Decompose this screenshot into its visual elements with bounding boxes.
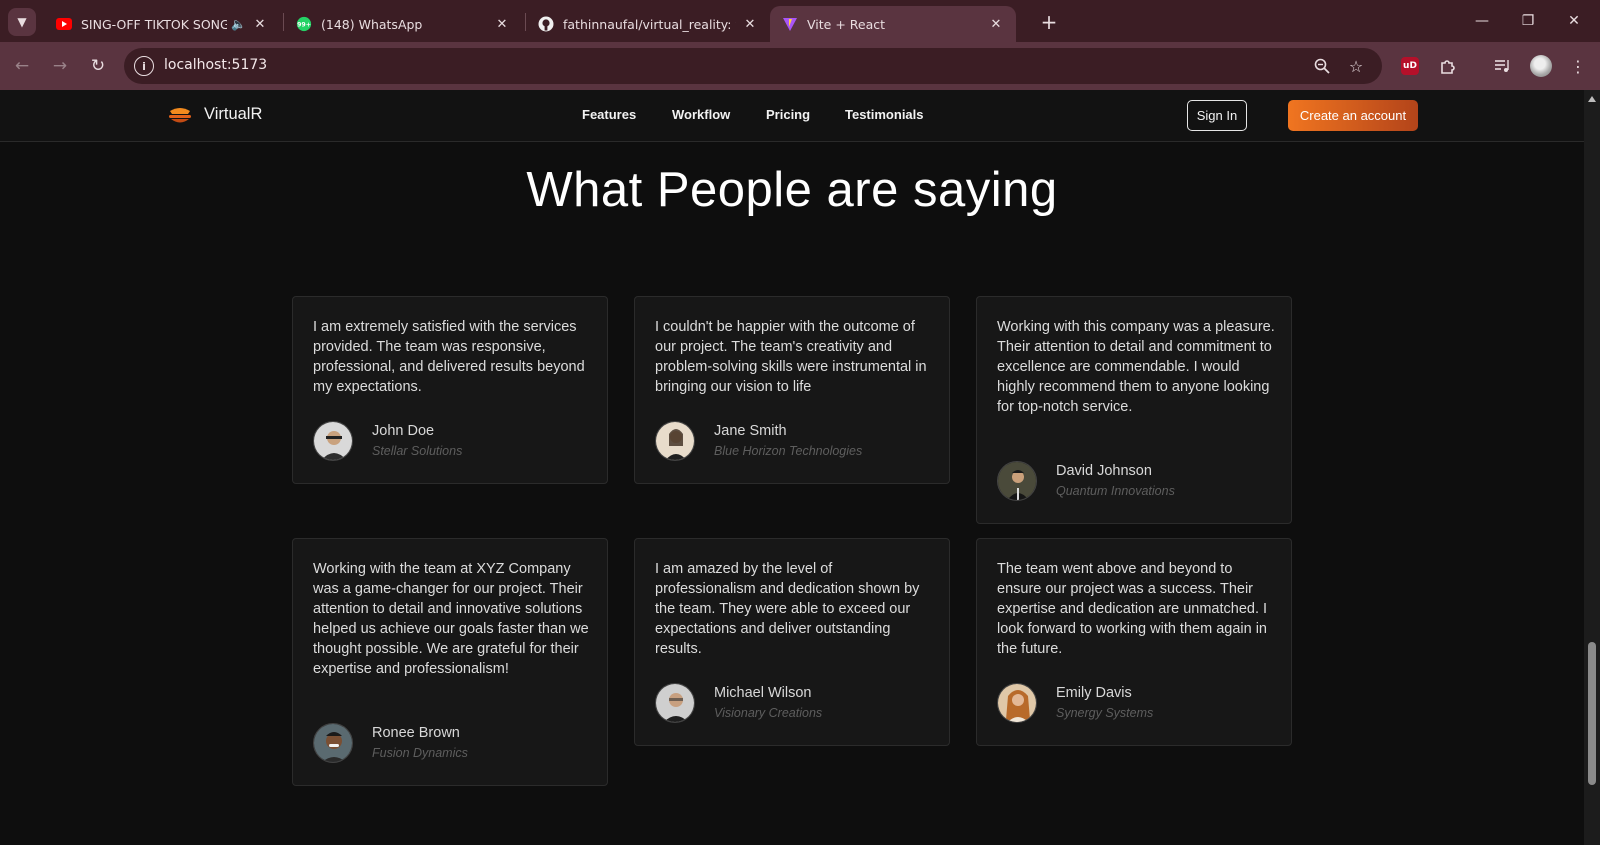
vite-icon: [782, 16, 798, 32]
author-company: Fusion Dynamics: [372, 746, 468, 760]
avatar: [997, 461, 1037, 501]
testimonial-author: David Johnson Quantum Innovations: [997, 461, 1287, 503]
testimonial-card: Working with the team at XYZ Company was…: [292, 538, 608, 786]
tab-title: fathinnaufal/virtual_reality: virtu: [563, 16, 736, 32]
testimonial-quote: I couldn't be happier with the outcome o…: [655, 319, 927, 395]
site-navbar: VirtualR Features Workflow Pricing Testi…: [0, 90, 1584, 142]
github-icon: [538, 16, 554, 32]
testimonial-author: Emily Davis Synergy Systems: [997, 683, 1287, 725]
avatar: [313, 421, 353, 461]
author-company: Quantum Innovations: [1056, 484, 1175, 498]
close-icon[interactable]: ✕: [494, 16, 510, 32]
author-company: Synergy Systems: [1056, 706, 1154, 720]
reload-button[interactable]: ↻: [84, 52, 112, 80]
author-name: Michael Wilson: [714, 685, 812, 701]
browser-tab-github[interactable]: fathinnaufal/virtual_reality: virtu ✕: [526, 6, 770, 42]
tab-title: (148) WhatsApp: [321, 16, 423, 32]
scrollbar-thumb[interactable]: [1588, 642, 1596, 785]
browser-toolbar: ← → ↻ i localhost:5173 ☆ uD ⋮: [0, 42, 1600, 90]
arrow-left-icon: ←: [14, 56, 30, 76]
plus-icon: +: [1040, 10, 1058, 34]
browser-tab-bar: ▼ SING-OFF TIKTOK SONGS P 🔈 ✕ 99+ (148) …: [0, 0, 1600, 42]
testimonial-quote: I am amazed by the level of professional…: [655, 561, 920, 657]
media-control-icon[interactable]: [1491, 54, 1515, 78]
testimonial-author: John Doe Stellar Solutions: [313, 421, 603, 463]
address-bar[interactable]: i localhost:5173 ☆: [124, 48, 1382, 84]
testimonial-card: Working with this company was a pleasure…: [976, 296, 1292, 524]
sign-in-button[interactable]: Sign In: [1187, 100, 1247, 131]
browser-tab-vite[interactable]: Vite + React ✕: [770, 6, 1016, 42]
reload-icon: ↻: [90, 56, 106, 76]
nav-link-testimonials[interactable]: Testimonials: [845, 107, 924, 122]
web-page: VirtualR Features Workflow Pricing Testi…: [0, 90, 1584, 845]
site-info-icon[interactable]: i: [134, 56, 154, 76]
testimonial-card: The team went above and beyond to ensure…: [976, 538, 1292, 746]
logo-text[interactable]: VirtualR: [204, 105, 262, 124]
ublock-extension-icon[interactable]: uD: [1398, 54, 1422, 78]
youtube-icon: [56, 16, 72, 32]
author-name: Emily Davis: [1056, 685, 1132, 701]
bookmark-star-icon[interactable]: ☆: [1346, 56, 1366, 76]
back-button[interactable]: ←: [8, 52, 36, 80]
tab-title: Vite + React: [807, 16, 886, 32]
avatar: [1530, 55, 1552, 77]
arrow-right-icon: →: [52, 56, 68, 76]
page-scrollbar[interactable]: [1584, 90, 1600, 845]
close-icon[interactable]: ✕: [742, 16, 758, 32]
close-icon: ✕: [1568, 13, 1580, 29]
nav-link-workflow[interactable]: Workflow: [672, 107, 730, 122]
whatsapp-icon: 99+: [296, 16, 312, 32]
testimonial-quote: Working with this company was a pleasure…: [997, 319, 1275, 415]
testimonial-quote: I am extremely satisfied with the servic…: [313, 319, 585, 395]
scroll-up-arrow-icon[interactable]: [1588, 96, 1596, 102]
whatsapp-badge: 99+: [297, 22, 311, 29]
author-name: Ronee Brown: [372, 725, 460, 741]
extensions-puzzle-icon[interactable]: [1436, 54, 1460, 78]
browser-tab-whatsapp[interactable]: 99+ (148) WhatsApp ✕: [284, 6, 522, 42]
avatar: [997, 683, 1037, 723]
create-account-button[interactable]: Create an account: [1288, 100, 1418, 131]
close-window-button[interactable]: ✕: [1554, 8, 1594, 34]
testimonial-card: I am extremely satisfied with the servic…: [292, 296, 608, 484]
testimonial-quote: Working with the team at XYZ Company was…: [313, 561, 589, 677]
testimonial-author: Ronee Brown Fusion Dynamics: [313, 723, 603, 765]
chevron-down-icon: ▼: [17, 15, 27, 29]
close-icon[interactable]: ✕: [988, 16, 1004, 32]
testimonial-author: Michael Wilson Visionary Creations: [655, 683, 945, 725]
tab-search-button[interactable]: ▼: [8, 8, 36, 36]
author-name: Jane Smith: [714, 423, 787, 439]
browser-tab-youtube[interactable]: SING-OFF TIKTOK SONGS P 🔈 ✕: [44, 6, 280, 42]
testimonial-card: I am amazed by the level of professional…: [634, 538, 950, 746]
restore-icon: ❐: [1521, 13, 1535, 29]
tab-title: SING-OFF TIKTOK SONGS P: [81, 16, 228, 32]
nav-link-pricing[interactable]: Pricing: [766, 107, 810, 122]
avatar: [313, 723, 353, 763]
minimize-button[interactable]: —: [1462, 8, 1502, 34]
minimize-icon: —: [1475, 13, 1489, 29]
speaker-icon[interactable]: 🔈: [231, 17, 246, 31]
browser-menu-icon[interactable]: ⋮: [1566, 54, 1590, 78]
url-text[interactable]: localhost:5173: [164, 57, 267, 73]
avatar: [655, 421, 695, 461]
author-name: John Doe: [372, 423, 435, 439]
author-company: Blue Horizon Technologies: [714, 444, 863, 458]
author-name: David Johnson: [1056, 463, 1152, 479]
restore-button[interactable]: ❐: [1508, 8, 1548, 34]
logo-icon[interactable]: [167, 106, 193, 126]
author-company: Visionary Creations: [714, 706, 823, 720]
avatar: [655, 683, 695, 723]
close-icon[interactable]: ✕: [252, 16, 268, 32]
section-heading: What People are saying: [526, 163, 1058, 217]
testimonial-quote: The team went above and beyond to ensure…: [997, 561, 1268, 657]
testimonial-card: I couldn't be happier with the outcome o…: [634, 296, 950, 484]
new-tab-button[interactable]: +: [1038, 10, 1060, 34]
testimonial-author: Jane Smith Blue Horizon Technologies: [655, 421, 945, 463]
forward-button[interactable]: →: [46, 52, 74, 80]
ublock-label: uD: [1401, 57, 1419, 75]
nav-link-features[interactable]: Features: [582, 107, 636, 122]
profile-avatar[interactable]: [1529, 54, 1553, 78]
zoom-icon[interactable]: [1312, 56, 1332, 76]
author-company: Stellar Solutions: [372, 444, 463, 458]
